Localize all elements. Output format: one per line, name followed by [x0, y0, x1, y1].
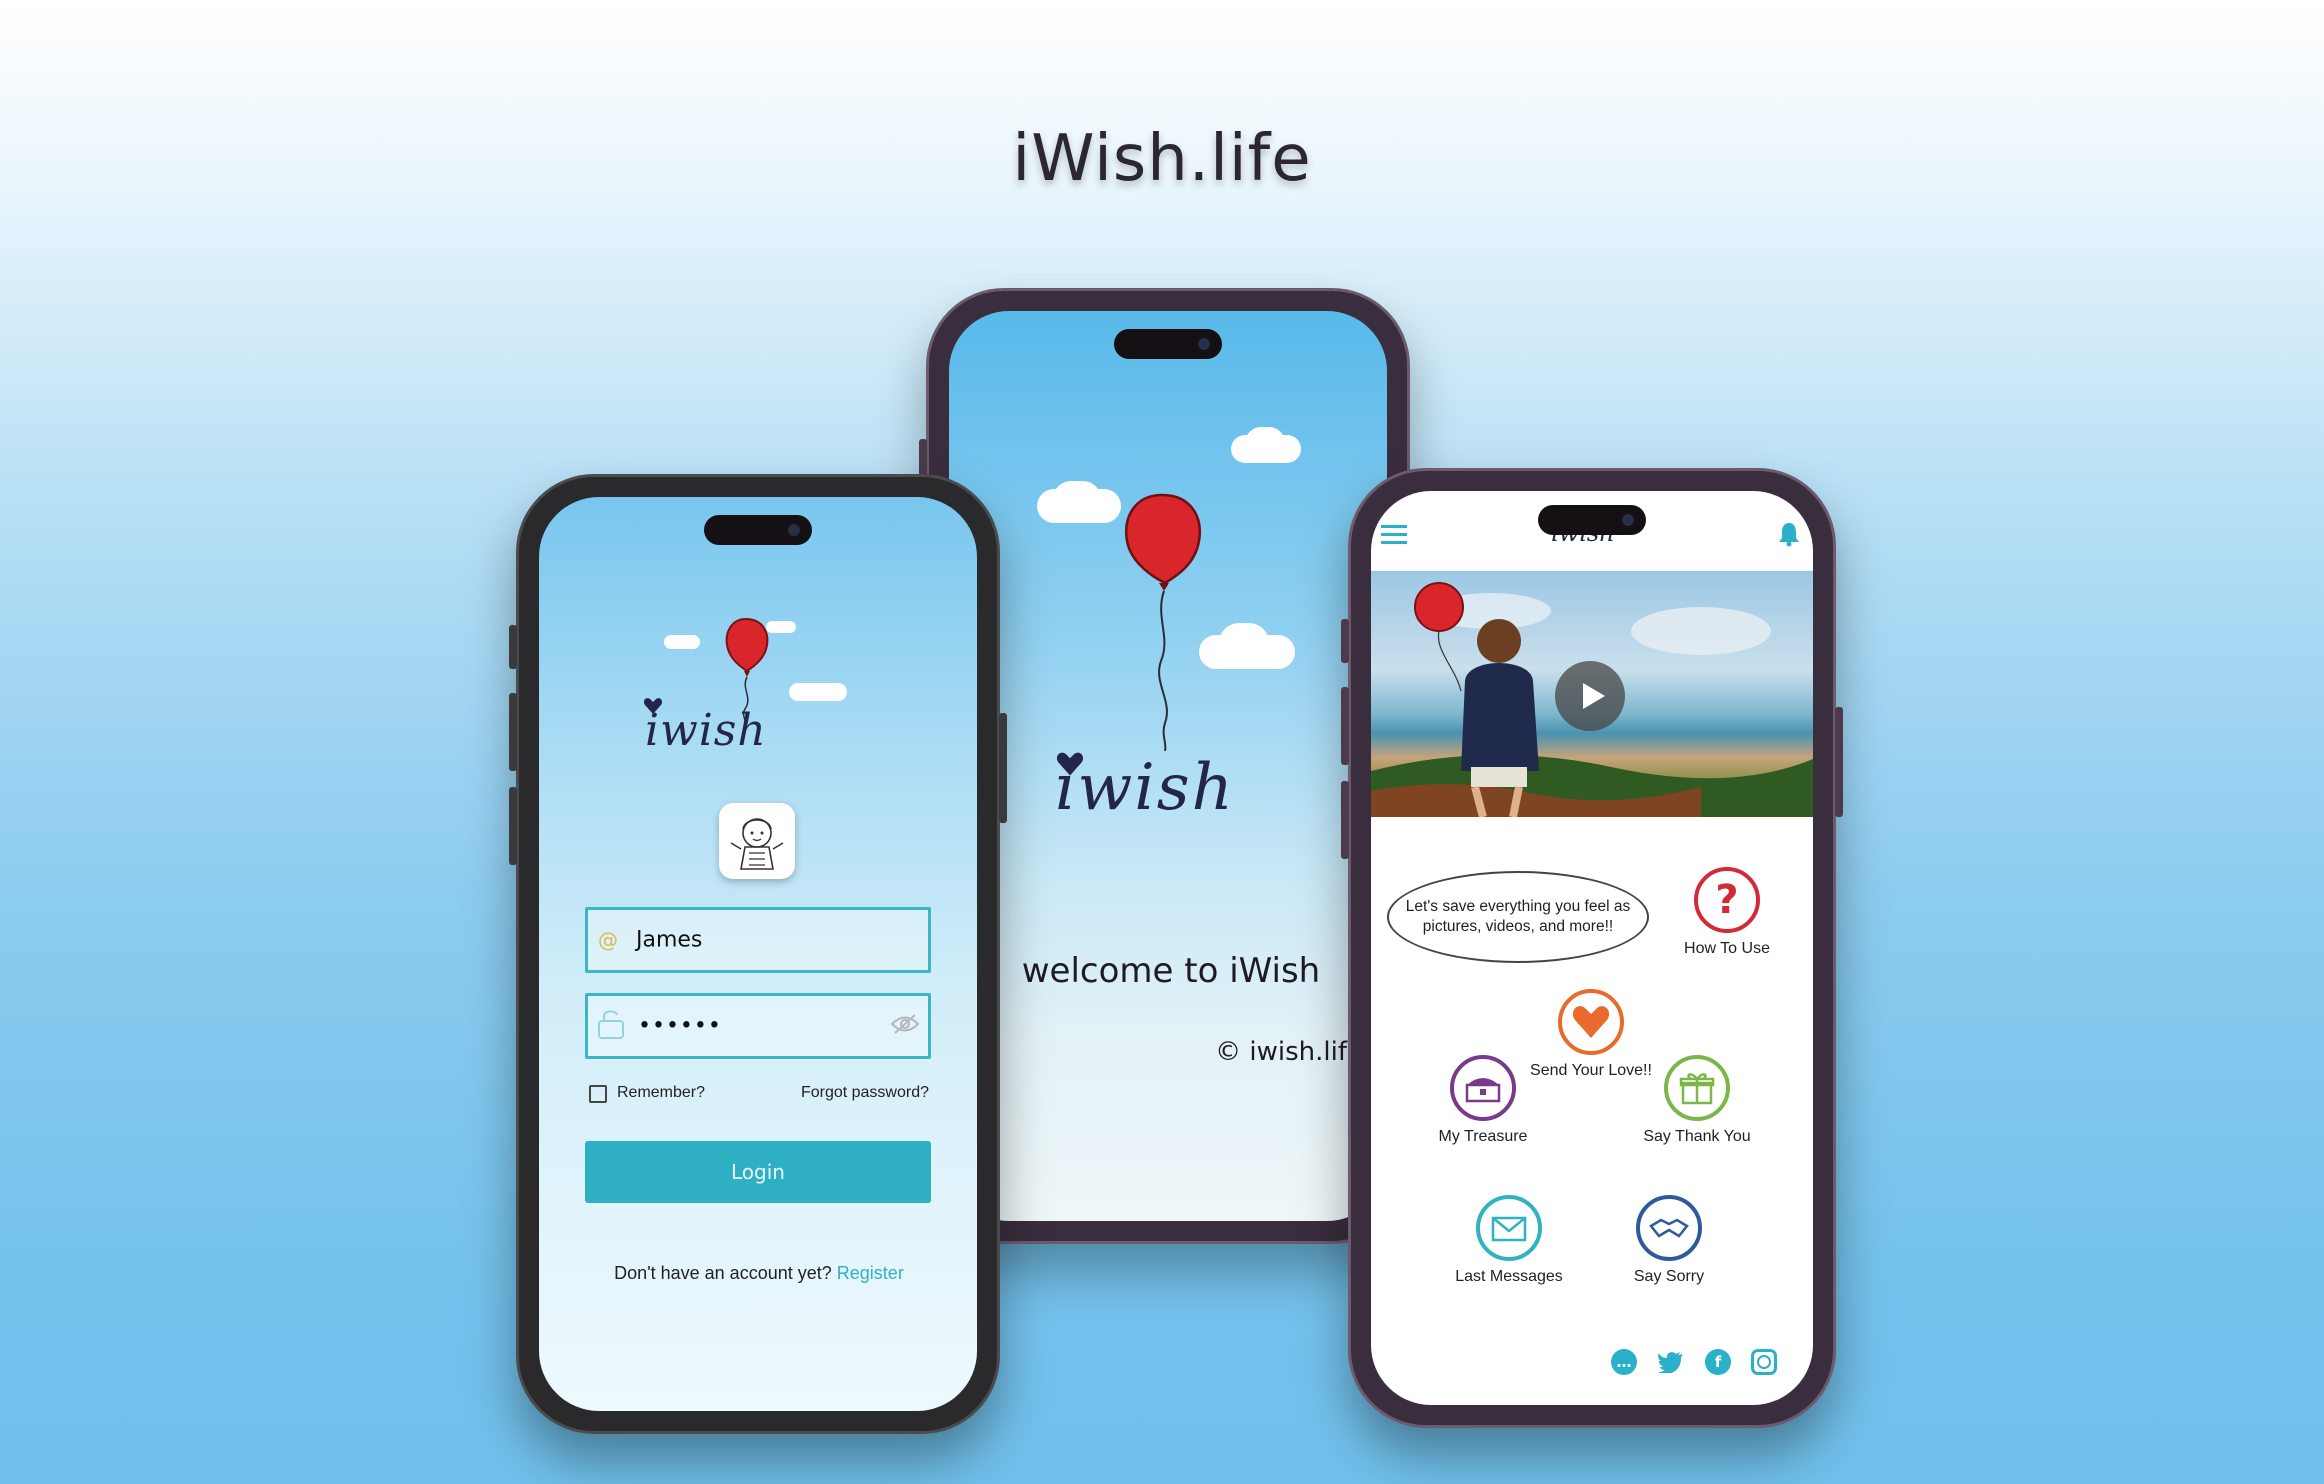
welcome-screen: iwish welcome to iWish © iwish.life [949, 311, 1387, 1221]
facebook-icon[interactable]: f [1705, 1349, 1731, 1375]
twitter-icon[interactable] [1658, 1349, 1684, 1375]
say-thank-you-label: Say Thank You [1643, 1128, 1751, 1145]
hands-heart-icon [1558, 989, 1624, 1055]
speech-bubble: Let's save everything you feel as pictur… [1387, 871, 1649, 963]
heart-icon [643, 698, 663, 714]
username-value: James [636, 927, 703, 953]
iwish-logo: iwish [1055, 751, 1235, 825]
password-field[interactable]: •••••• [585, 993, 931, 1059]
how-to-use-label: How To Use [1684, 940, 1770, 957]
say-sorry-label: Say Sorry [1633, 1268, 1705, 1285]
say-sorry-button[interactable]: Say Sorry [1599, 1195, 1739, 1287]
dynamic-island [704, 515, 812, 545]
my-treasure-label: My Treasure [1438, 1128, 1528, 1145]
say-thank-you-button[interactable]: Say Thank You [1627, 1055, 1767, 1147]
welcome-text: welcome to iWish [1021, 951, 1321, 991]
gift-icon [1664, 1055, 1730, 1121]
login-phone: iwish @ James •••••• Remember? Forgot pa… [509, 474, 1007, 1434]
iwish-logo: iwish [645, 705, 767, 756]
hamburger-menu-icon[interactable] [1381, 525, 1407, 544]
my-treasure-button[interactable]: My Treasure [1413, 1055, 1553, 1147]
remember-checkbox[interactable] [589, 1085, 607, 1103]
handshake-icon [1636, 1195, 1702, 1261]
cloud-icon [1219, 623, 1269, 663]
password-value: •••••• [638, 1013, 722, 1039]
envelope-icon [1476, 1195, 1542, 1261]
cloud-icon [1245, 427, 1285, 459]
dynamic-island [1538, 505, 1646, 535]
cloud-icon [789, 683, 847, 701]
login-screen: iwish @ James •••••• Remember? Forgot pa… [539, 497, 977, 1411]
at-icon: @ [598, 928, 618, 952]
login-button[interactable]: Login [585, 1141, 931, 1203]
signup-row: Don't have an account yet? Register [539, 1263, 977, 1284]
balloon-icon [1125, 493, 1201, 751]
home-phone: iwish Let's save everyt [1341, 468, 1843, 1428]
copyright-text: © iwish.life [1215, 1037, 1363, 1067]
play-icon [1583, 683, 1605, 709]
remember-label: Remember? [617, 1084, 706, 1101]
home-screen: iwish Let's save everyt [1371, 491, 1813, 1405]
signup-prompt: Don't have an account yet? [614, 1263, 832, 1283]
cloud-icon [664, 635, 700, 649]
last-messages-label: Last Messages [1455, 1268, 1563, 1285]
forgot-password-link[interactable]: Forgot password? [801, 1084, 929, 1102]
treasure-chest-icon [1450, 1055, 1516, 1121]
last-messages-button[interactable]: Last Messages [1439, 1195, 1579, 1287]
how-to-use-button[interactable]: ? How To Use [1657, 867, 1797, 959]
question-icon: ? [1694, 867, 1760, 933]
child-sketch-icon [730, 818, 784, 870]
instagram-icon[interactable] [1751, 1349, 1777, 1375]
chat-icon[interactable]: … [1611, 1349, 1637, 1375]
dynamic-island [1114, 329, 1222, 359]
video-thumbnail[interactable] [1371, 571, 1813, 817]
play-button[interactable] [1555, 661, 1625, 731]
username-field[interactable]: @ James [585, 907, 931, 973]
page-headline: iWish.life [1012, 122, 1312, 196]
bell-icon[interactable] [1777, 521, 1801, 547]
lock-icon [596, 1008, 626, 1044]
cloud-icon [1053, 481, 1101, 517]
eye-off-icon[interactable] [890, 1013, 920, 1039]
register-link[interactable]: Register [837, 1263, 904, 1283]
avatar[interactable] [719, 803, 795, 879]
